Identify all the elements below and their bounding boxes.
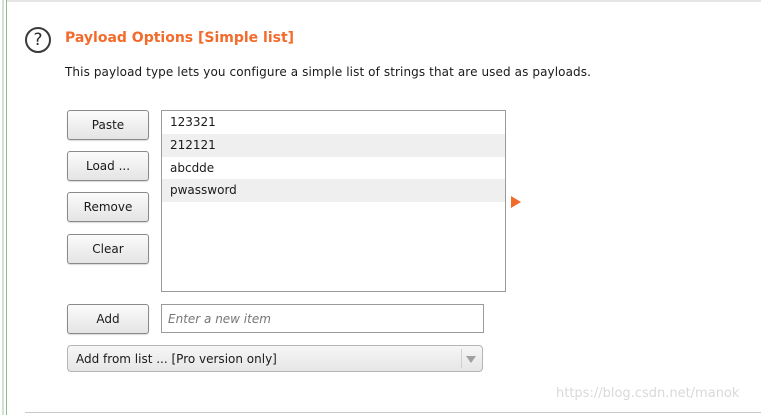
- add-from-list-select[interactable]: Add from list ... [Pro version only]: [67, 345, 483, 372]
- top-divider: [7, 0, 761, 2]
- clear-button[interactable]: Clear: [67, 234, 149, 264]
- left-panel-border: [0, 0, 7, 415]
- paste-button[interactable]: Paste: [67, 110, 149, 140]
- load-button[interactable]: Load ...: [67, 151, 149, 181]
- expand-arrow-icon[interactable]: [511, 196, 521, 208]
- list-item[interactable]: 212121: [162, 133, 505, 157]
- section-description: This payload type lets you configure a s…: [65, 65, 592, 79]
- payload-list[interactable]: 123321 212121 abcdde pwassword: [161, 110, 506, 292]
- list-item[interactable]: abcdde: [162, 157, 505, 180]
- section-title: Payload Options [Simple list]: [65, 30, 295, 46]
- watermark: https://blog.csdn.net/manok: [556, 386, 740, 401]
- remove-button[interactable]: Remove: [67, 192, 149, 222]
- question-circle-icon[interactable]: ?: [25, 27, 51, 53]
- chevron-down-icon[interactable]: [466, 356, 476, 363]
- add-button[interactable]: Add: [67, 304, 149, 334]
- select-divider: [461, 349, 462, 368]
- new-item-input[interactable]: [161, 304, 484, 333]
- add-from-list-label: Add from list ... [Pro version only]: [76, 351, 277, 366]
- list-item[interactable]: 123321: [162, 111, 505, 134]
- list-item[interactable]: pwassword: [162, 179, 505, 202]
- bottom-divider: [25, 412, 761, 413]
